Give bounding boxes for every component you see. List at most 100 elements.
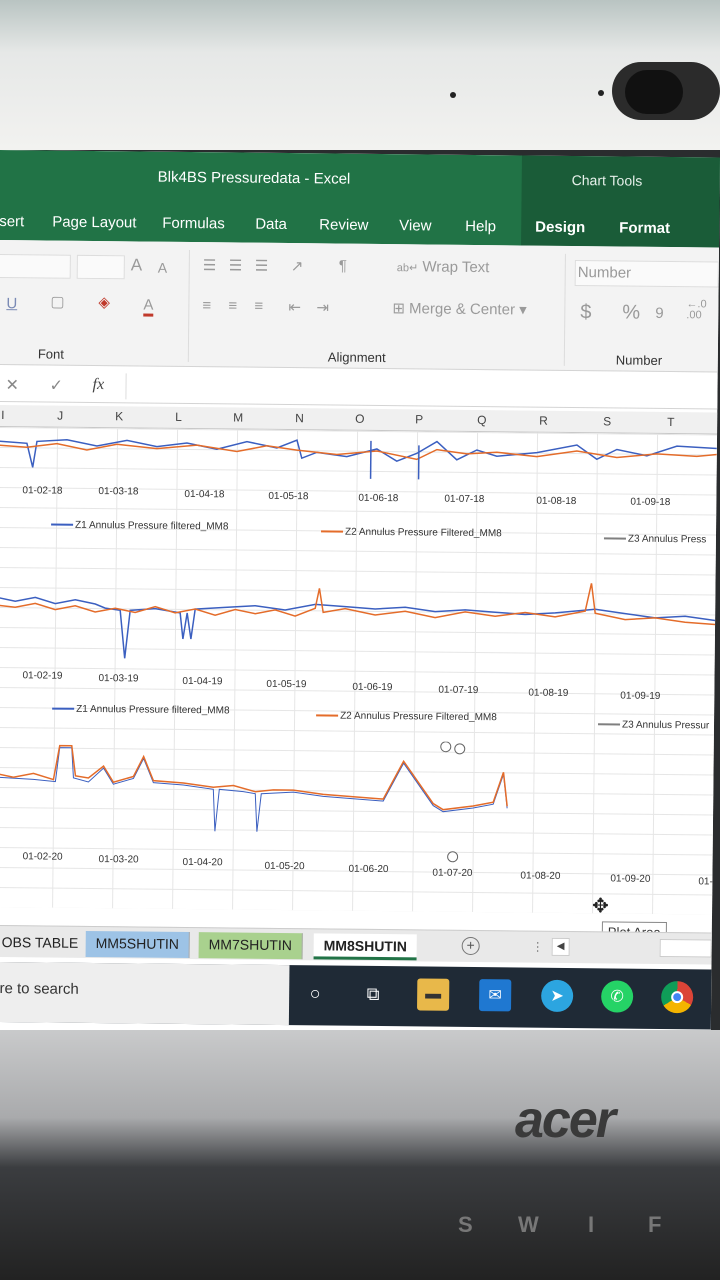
chart-2018-plot[interactable] — [0, 427, 717, 485]
text-direction-icon[interactable]: ¶ — [339, 258, 347, 275]
grow-font-button[interactable]: A — [131, 255, 143, 275]
font-group-label: Font — [37, 346, 64, 362]
horizontal-scrollbar[interactable] — [659, 938, 712, 958]
underline-button[interactable]: U — [6, 295, 17, 312]
align-center-icon[interactable]: ≡ — [228, 297, 237, 314]
column-header[interactable]: O — [355, 412, 364, 426]
column-header[interactable]: S — [603, 414, 611, 428]
ribbon-body: A A U ▢ ◈ A Font ☰ ☰ ☰ ↗ ¶ ≡ ≡ ≡ ⇤ ⇥ ab↵… — [0, 239, 720, 373]
sheet-tab-mm7shutin[interactable]: MM7SHUTIN — [198, 932, 304, 960]
tab-formulas[interactable]: Formulas — [162, 215, 225, 233]
bottom-align-icon[interactable]: ☰ — [255, 257, 269, 275]
series-z2-2020 — [0, 744, 508, 811]
orientation-icon[interactable]: ↗ — [291, 257, 304, 275]
tab-data[interactable]: Data — [255, 216, 287, 233]
legend-item-z3[interactable]: Z3 Annulus Pressur — [598, 719, 709, 731]
currency-button[interactable]: $ — [580, 301, 591, 324]
date-label: 01-03-18 — [98, 486, 139, 498]
acer-logo: acer — [515, 1091, 616, 1149]
wrap-text-button[interactable]: ab↵ Wrap Text — [397, 258, 490, 276]
chrome-icon[interactable] — [660, 980, 694, 1014]
function-icon[interactable]: fx — [92, 376, 104, 394]
legend-item-z1[interactable]: Z1 Annulus Pressure filtered_MM8 — [51, 520, 229, 532]
column-header[interactable]: Q — [477, 413, 486, 427]
date-label: 01-03-20 — [98, 854, 139, 866]
date-label: 01-07-19 — [438, 684, 479, 697]
middle-align-icon[interactable]: ☰ — [229, 256, 243, 274]
column-header[interactable]: J — [57, 409, 63, 423]
number-group-label: Number — [615, 352, 663, 368]
legend-item-z3[interactable]: Z3 Annulus Press — [603, 533, 706, 545]
selection-handle[interactable] — [440, 741, 452, 753]
tab-view[interactable]: View — [399, 217, 431, 234]
shrink-font-button[interactable]: A — [158, 260, 168, 276]
increase-indent-icon[interactable]: ⇥ — [316, 298, 329, 316]
align-left-icon[interactable]: ≡ — [202, 297, 211, 314]
file-explorer-icon[interactable]: ▬ — [417, 978, 450, 1011]
legend-item-z2[interactable]: Z2 Annulus Pressure Filtered_MM8 — [316, 710, 497, 723]
font-size-box[interactable] — [76, 254, 125, 280]
cancel-icon[interactable]: ✕ — [5, 375, 19, 395]
decrease-indent-icon[interactable]: ⇤ — [288, 298, 301, 316]
tab-split-handle-icon[interactable]: ⋮ — [532, 940, 544, 954]
tab-insert[interactable]: sert — [0, 213, 24, 230]
column-header[interactable]: P — [415, 412, 423, 426]
enter-icon[interactable]: ✓ — [49, 376, 63, 396]
column-header[interactable]: N — [295, 411, 304, 425]
taskbar-search-box[interactable]: ere to search — [0, 961, 290, 1026]
sheet-tab-obs-table[interactable]: OBS TABLE — [0, 930, 88, 957]
font-name-box[interactable] — [0, 253, 71, 279]
date-label: 01-08-19 — [528, 687, 569, 699]
excel-window: Blk4BS Pressuredata - Excel Chart Tools … — [0, 150, 720, 1038]
keyboard-key: W — [518, 1212, 539, 1237]
tab-help[interactable]: Help — [465, 218, 496, 235]
laptop-top-bezel — [0, 0, 720, 150]
formula-input[interactable] — [125, 373, 718, 406]
column-header[interactable]: R — [539, 414, 548, 428]
border-icon[interactable]: ▢ — [50, 293, 64, 311]
sheet-tab-mm8shutin[interactable]: MM8SHUTIN — [313, 933, 418, 961]
top-align-icon[interactable]: ☰ — [203, 256, 217, 274]
fill-color-icon[interactable]: ◈ — [98, 293, 110, 311]
legend-item-z2[interactable]: Z2 Annulus Pressure Filtered_MM8 — [321, 526, 502, 539]
tab-format[interactable]: Format — [619, 219, 670, 237]
task-view-icon[interactable]: ⧉ — [357, 978, 389, 1010]
column-header[interactable]: T — [667, 415, 674, 429]
date-label: 01-08-20 — [520, 870, 561, 882]
selection-handle[interactable] — [447, 851, 459, 863]
whatsapp-icon[interactable]: ✆ — [601, 980, 634, 1013]
merge-center-button[interactable]: ⊞ Merge & Center ▾ — [392, 299, 527, 318]
date-label: 01-02-19 — [22, 670, 63, 682]
increase-decimal-icon[interactable]: ←.0.00 — [686, 298, 706, 321]
legend-swatch — [598, 723, 621, 726]
worksheet-grid[interactable]: 01-02-18 01-03-18 01-04-18 01-05-18 01-0… — [0, 426, 718, 944]
column-header[interactable]: M — [233, 410, 243, 424]
tab-page-layout[interactable]: Page Layout — [52, 214, 136, 232]
column-header[interactable]: L — [175, 410, 182, 424]
legend-item-z1[interactable]: Z1 Annulus Pressure filtered_MM8 — [52, 704, 230, 716]
comma-button[interactable]: 9 — [655, 305, 664, 322]
cortana-icon[interactable]: ○ — [299, 977, 331, 1009]
date-label: 01-08-18 — [536, 495, 577, 508]
number-format-box[interactable]: Number — [574, 260, 719, 288]
tab-review[interactable]: Review — [319, 216, 368, 234]
percent-button[interactable]: % — [622, 302, 640, 325]
mail-icon[interactable]: ✉ — [479, 979, 512, 1012]
tab-design[interactable]: Design — [535, 219, 585, 237]
add-sheet-icon[interactable]: + — [461, 936, 480, 956]
column-header[interactable]: I — [1, 408, 4, 422]
scroll-left-icon[interactable]: ◀ — [551, 937, 570, 957]
telegram-icon[interactable]: ➤ — [541, 979, 574, 1013]
wrap-text-icon: ab↵ — [396, 262, 419, 275]
selection-handle[interactable] — [454, 743, 466, 755]
photo-stage: Blk4BS Pressuredata - Excel Chart Tools … — [0, 0, 720, 1280]
date-label: 01-02-20 — [22, 851, 63, 863]
chart-2019-plot[interactable] — [0, 577, 716, 685]
column-header[interactable]: K — [115, 409, 123, 423]
date-label: 01-06-19 — [352, 681, 393, 694]
align-right-icon[interactable]: ≡ — [254, 298, 263, 315]
legend-swatch — [321, 530, 344, 533]
sheet-tab-mm5shutin[interactable]: MM5SHUTIN — [85, 930, 191, 959]
series-z1-2019 — [0, 596, 716, 659]
font-color-button[interactable]: A — [143, 296, 154, 317]
